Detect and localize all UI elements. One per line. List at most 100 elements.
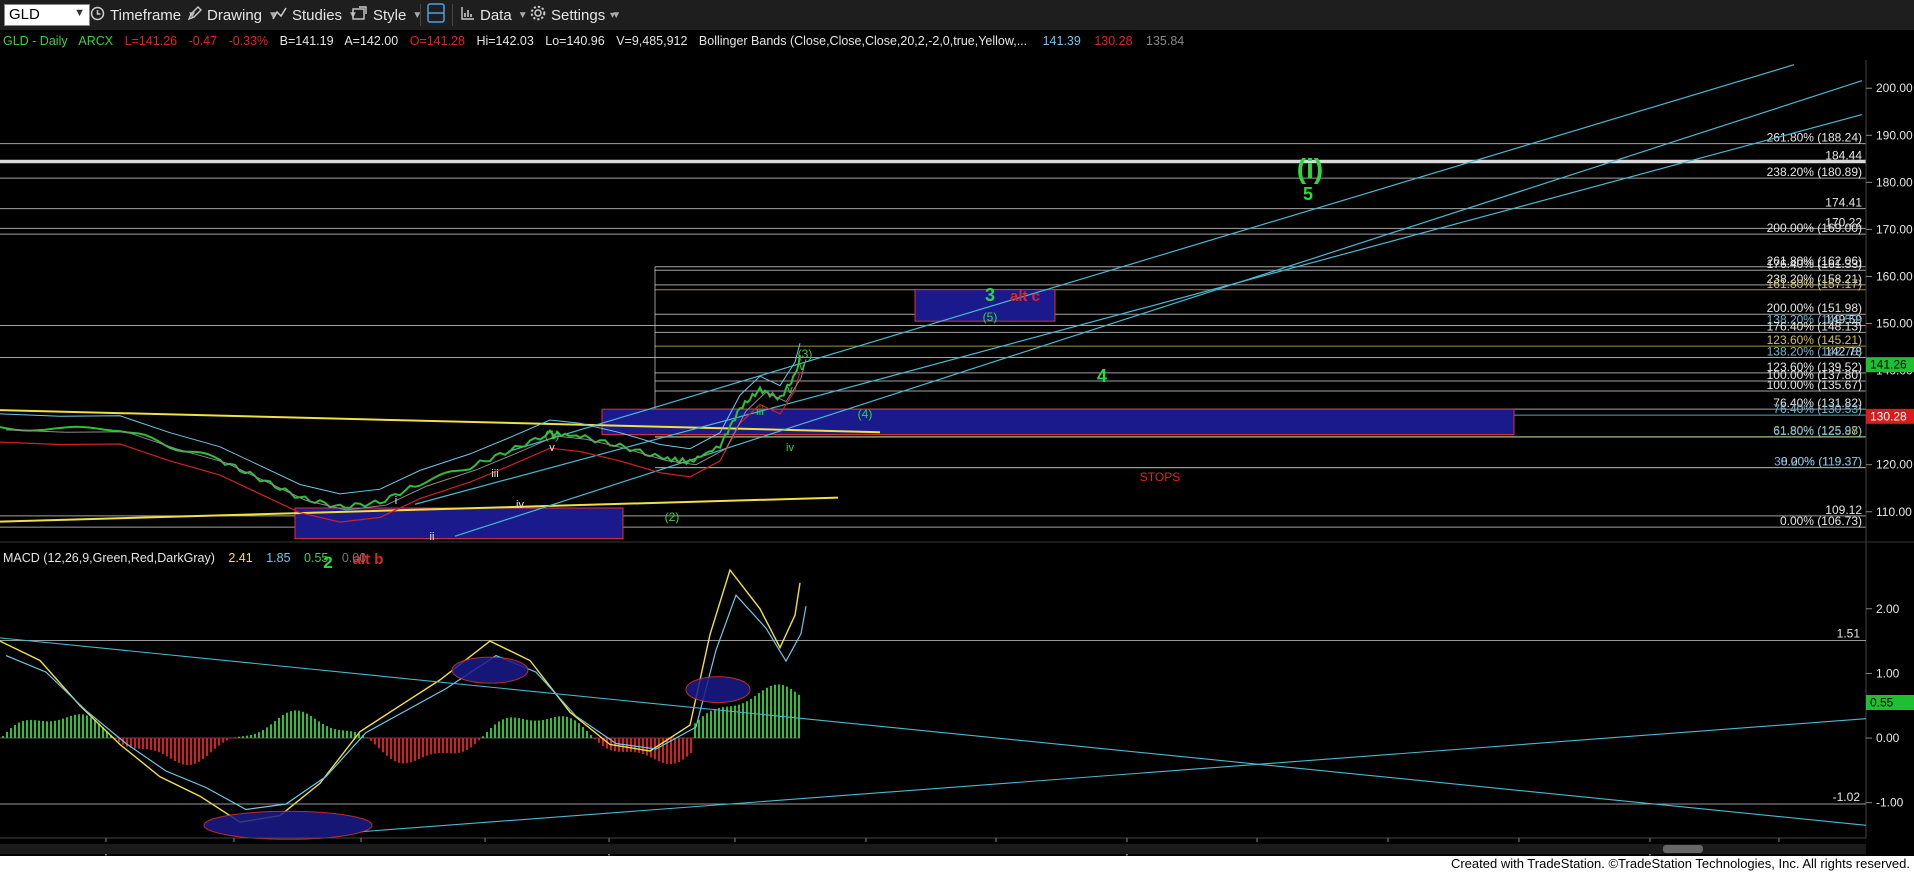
wave-label: 4 bbox=[1097, 366, 1107, 386]
macd-histogram-bar bbox=[414, 738, 416, 761]
legend-last: L=141.26 bbox=[125, 34, 178, 48]
fib-label: 184.44 bbox=[1825, 148, 1862, 162]
wave-label: iii bbox=[491, 468, 498, 480]
macd-histogram-bar bbox=[306, 713, 308, 739]
macd-histogram-bar bbox=[398, 738, 400, 763]
macd-histogram-bar bbox=[682, 738, 684, 760]
macd-histogram-bar bbox=[718, 707, 720, 739]
symbol-input[interactable]: GLD ▼ bbox=[4, 4, 90, 26]
fib-label: 176.40% (148.13) bbox=[1767, 319, 1862, 333]
macd-histogram-bar bbox=[750, 698, 752, 739]
studies-menu[interactable]: Studies ▼ bbox=[272, 5, 358, 25]
fib-label: 176.40% (161.33) bbox=[1767, 257, 1862, 271]
macd-histogram-bar bbox=[254, 733, 256, 739]
price-tick-label: 190.00 bbox=[1876, 128, 1913, 142]
drawing-menu[interactable]: Drawing ▼ bbox=[187, 5, 278, 25]
toolbar-divider bbox=[420, 4, 421, 26]
macd-histogram-bar bbox=[774, 684, 776, 739]
macd-histogram-bar bbox=[310, 715, 312, 739]
horizontal-scrollbar[interactable] bbox=[0, 844, 1866, 854]
macd-histogram-bar bbox=[146, 738, 148, 750]
wave-label: 5 bbox=[1303, 184, 1313, 204]
legend-study: Bollinger Bands (Close,Close,Close,20,2,… bbox=[699, 34, 1027, 48]
macd-histogram-bar bbox=[754, 696, 756, 739]
macd-histogram-bar bbox=[74, 714, 76, 739]
current-price-badge: 141.26 bbox=[1866, 357, 1914, 373]
macd-histogram-bar bbox=[2, 735, 4, 739]
macd-histogram-bar bbox=[618, 738, 620, 752]
macd-histogram-bar bbox=[394, 738, 396, 762]
fib-label: 76.40% (130.53) bbox=[1773, 402, 1862, 416]
macd-histogram-bar bbox=[154, 738, 156, 751]
macd-tick-label: 0.00 bbox=[1876, 731, 1900, 745]
macd-histogram-bar bbox=[706, 713, 708, 739]
macd-histogram-bar bbox=[446, 738, 448, 754]
macd-histogram-bar bbox=[174, 738, 176, 762]
macd-value-4: 0.00 bbox=[342, 551, 366, 565]
price-chart[interactable]: GLD - Daily ARCX L=141.26 -0.47 -0.33% B… bbox=[0, 30, 1914, 856]
fib-label: 138.20% (142.78) bbox=[1767, 345, 1862, 359]
layout-button[interactable] bbox=[427, 3, 445, 25]
macd-histogram-bar bbox=[694, 723, 696, 739]
macd-histogram-bar bbox=[218, 738, 220, 746]
wave-label: ii bbox=[430, 531, 435, 543]
legend-change: -0.47 bbox=[189, 34, 218, 48]
macd-tick-label: 1.00 bbox=[1876, 666, 1900, 680]
wave-label: iv bbox=[786, 442, 794, 454]
macd-histogram-bar bbox=[782, 685, 784, 739]
price-tick-label: 110.00 bbox=[1876, 505, 1912, 519]
macd-histogram-bar bbox=[134, 738, 136, 749]
style-label: Style bbox=[373, 6, 407, 24]
macd-histogram-bar bbox=[554, 717, 556, 739]
data-menu[interactable]: Data ▼ bbox=[460, 5, 528, 25]
macd-histogram-bar bbox=[794, 691, 796, 739]
macd-histogram-bar bbox=[42, 721, 44, 739]
macd-histogram-bar bbox=[594, 738, 596, 740]
toolbar-divider bbox=[452, 4, 453, 26]
timeframe-menu[interactable]: Timeframe ▼ bbox=[90, 5, 197, 25]
price-tick-label: 200.00 bbox=[1876, 81, 1913, 95]
macd-histogram-bar bbox=[550, 718, 552, 739]
macd-histogram-bar bbox=[670, 738, 672, 765]
macd-histogram-bar bbox=[474, 738, 476, 745]
macd-histogram-bar bbox=[426, 738, 428, 756]
macd-histogram-bar bbox=[430, 738, 432, 755]
macd-histogram-bar bbox=[338, 729, 340, 739]
macd-histogram-bar bbox=[646, 738, 648, 756]
macd-histogram-bar bbox=[438, 738, 440, 754]
macd-histogram-bar bbox=[170, 738, 172, 759]
fib-label: 238.20% (180.89) bbox=[1767, 165, 1862, 179]
macd-histogram-bar bbox=[58, 719, 60, 739]
settings-label: Settings bbox=[551, 6, 606, 24]
macd-histogram-bar bbox=[138, 738, 140, 749]
overflow-menu[interactable]: ▾ bbox=[610, 5, 615, 25]
macd-histogram-bar bbox=[798, 694, 800, 739]
stops-box bbox=[601, 408, 1515, 436]
macd-histogram-bar bbox=[198, 738, 200, 762]
macd-histogram-bar bbox=[22, 720, 24, 739]
macd-histogram-bar bbox=[278, 717, 280, 739]
macd-histogram-bar bbox=[142, 738, 144, 749]
toolbar: GLD ▼ Timeframe ▼ Drawing ▼ Studies ▼ St… bbox=[0, 0, 1914, 31]
fib-label: 261.80% (188.24) bbox=[1767, 131, 1862, 145]
legend-volume: V=9,485,912 bbox=[616, 34, 687, 48]
style-menu[interactable]: Style ▼ bbox=[352, 5, 422, 25]
macd-current-text: 0.55 bbox=[1870, 696, 1894, 710]
scrollbar-thumb[interactable] bbox=[1663, 845, 1703, 853]
wave-label: v bbox=[549, 442, 555, 454]
macd-histogram-bar bbox=[510, 717, 512, 739]
macd-histogram-bar bbox=[598, 738, 600, 743]
macd-histogram-bar bbox=[162, 738, 164, 755]
macd-histogram-bar bbox=[422, 738, 424, 758]
timeframe-label: Timeframe bbox=[110, 6, 182, 24]
settings-menu[interactable]: Settings ▼ bbox=[530, 5, 621, 25]
macd-histogram-bar bbox=[634, 738, 636, 753]
price-tick-label: 120.00 bbox=[1876, 458, 1913, 472]
macd-histogram-bar bbox=[590, 735, 592, 739]
macd-histogram-bar bbox=[738, 704, 740, 739]
macd-histogram-bar bbox=[378, 738, 380, 749]
macd-ellipse-1 bbox=[451, 656, 529, 684]
macd-histogram-bar bbox=[182, 738, 184, 765]
legend-symbol: GLD - Daily bbox=[3, 34, 68, 48]
macd-tick-label: -1.00 bbox=[1876, 796, 1904, 810]
